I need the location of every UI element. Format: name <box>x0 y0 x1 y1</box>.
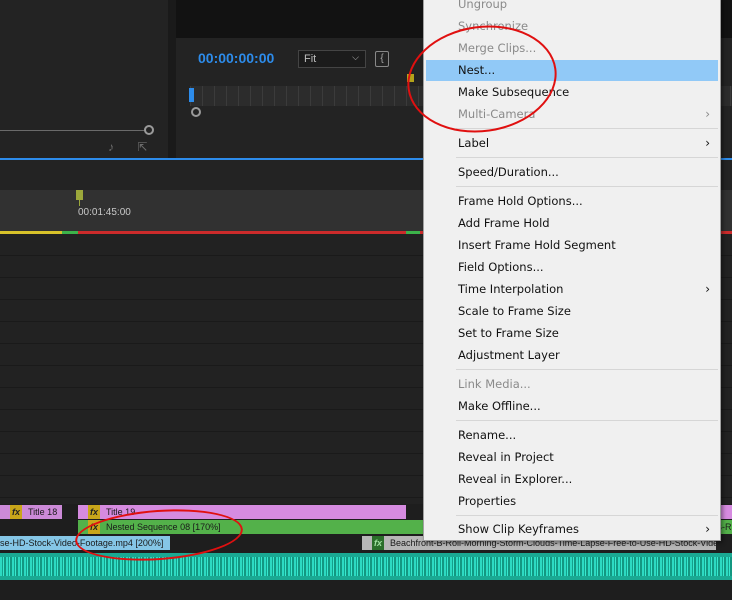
menu-item-label: Link Media... <box>458 377 531 391</box>
chevron-right-icon: › <box>705 282 710 296</box>
menu-item-link-media[interactable]: Link Media... <box>426 374 718 395</box>
fx-badge-icon: fx <box>372 536 385 550</box>
zoom-level-select[interactable]: Fit ⌵ <box>298 50 366 68</box>
menu-item-label: Label <box>458 136 490 150</box>
menu-item-label: Speed/Duration... <box>458 165 559 179</box>
menu-item-label: Show Clip Keyframes <box>458 522 580 536</box>
menu-item-label: Insert Frame Hold Segment <box>458 238 616 252</box>
menu-item-set-to-frame-size[interactable]: Set to Frame Size <box>426 323 718 344</box>
menu-item-insert-frame-hold-segment[interactable]: Insert Frame Hold Segment <box>426 235 718 256</box>
program-zoom-handle[interactable] <box>191 107 201 117</box>
timeline-ruler-time: 00:01:45:00 <box>78 207 131 218</box>
menu-separator <box>456 157 718 158</box>
menu-item-make-offline[interactable]: Make Offline... <box>426 396 718 417</box>
menu-item-label: Frame Hold Options... <box>458 194 583 208</box>
program-playhead[interactable] <box>189 88 194 102</box>
menu-item-frame-hold-options[interactable]: Frame Hold Options... <box>426 191 718 212</box>
menu-item-ungroup[interactable]: Ungroup <box>426 0 718 15</box>
timeline-marker[interactable] <box>76 190 83 200</box>
menu-item-label: Add Frame Hold <box>458 216 550 230</box>
menu-item-label: Rename... <box>458 428 517 442</box>
panel-gutter <box>168 0 176 158</box>
menu-item-field-options[interactable]: Field Options... <box>426 257 718 278</box>
timeline-footer <box>0 580 732 600</box>
source-monitor-panel <box>0 0 168 158</box>
menu-separator <box>456 515 718 516</box>
menu-item-adjustment-layer[interactable]: Adjustment Layer <box>426 345 718 366</box>
menu-item-label: Scale to Frame Size <box>458 304 571 318</box>
chevron-right-icon: › <box>705 136 710 150</box>
menu-separator <box>456 420 718 421</box>
menu-separator <box>456 186 718 187</box>
settings-bracket-button[interactable]: { <box>375 51 389 67</box>
menu-item-label: Properties <box>458 494 517 508</box>
menu-item-label: Reveal in Project <box>458 450 554 464</box>
menu-item-speed-duration[interactable]: Speed/Duration... <box>426 162 718 183</box>
timeline-marker-stem <box>79 200 80 206</box>
menu-item-label: Ungroup <box>458 0 508 11</box>
menu-item-reveal-in-project[interactable]: Reveal in Project <box>426 447 718 468</box>
menu-item-reveal-in-explorer[interactable]: Reveal in Explorer... <box>426 469 718 490</box>
menu-item-scale-to-frame-size[interactable]: Scale to Frame Size <box>426 301 718 322</box>
fx-badge-icon: fx <box>10 505 23 519</box>
menu-item-show-clip-keyframes[interactable]: Show Clip Keyframes › <box>426 519 718 540</box>
menu-item-label: Adjustment Layer <box>458 348 560 362</box>
menu-item-label-submenu[interactable]: Label › <box>426 133 718 154</box>
playhead-timecode[interactable]: 00:00:00:00 <box>198 50 274 66</box>
menu-item-add-frame-hold[interactable]: Add Frame Hold <box>426 213 718 234</box>
chevron-down-icon: ⌵ <box>352 52 359 62</box>
source-monitor-icons[interactable]: ♪ ⇱ <box>108 140 157 154</box>
menu-item-label: Time Interpolation <box>458 282 564 296</box>
menu-item-label: Field Options... <box>458 260 544 274</box>
menu-item-label: Set to Frame Size <box>458 326 559 340</box>
chevron-right-icon: › <box>705 107 710 121</box>
menu-item-rename[interactable]: Rename... <box>426 425 718 446</box>
chevron-right-icon: › <box>705 522 710 536</box>
menu-item-label: Reveal in Explorer... <box>458 472 573 486</box>
zoom-level-value: Fit <box>304 53 317 65</box>
menu-item-label: Make Offline... <box>458 399 541 413</box>
menu-item-time-interpolation[interactable]: Time Interpolation › <box>426 279 718 300</box>
clip-label: Title 18 <box>28 507 58 517</box>
menu-separator <box>456 369 718 370</box>
audio-waveform <box>0 557 732 576</box>
source-zoom-handle[interactable] <box>144 125 154 135</box>
fx-badge-icon: fx <box>88 505 101 519</box>
menu-item-properties[interactable]: Properties <box>426 491 718 512</box>
clip-title-18[interactable]: fx Title 18 <box>0 505 62 519</box>
source-scrub-bar[interactable] <box>0 130 150 131</box>
